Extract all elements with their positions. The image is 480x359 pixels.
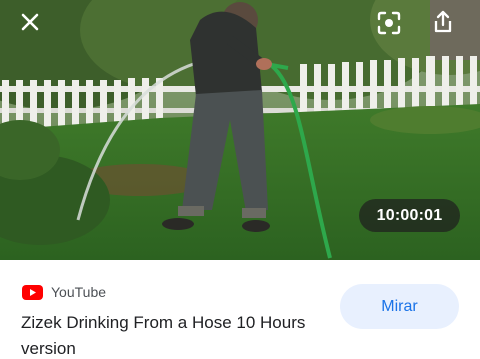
lens-search-button[interactable] xyxy=(374,8,404,38)
video-title[interactable]: Zizek Drinking From a Hose 10 Hours vers… xyxy=(21,310,321,359)
close-button[interactable] xyxy=(15,7,45,37)
video-thumbnail[interactable]: 10:00:01 xyxy=(0,0,480,260)
watch-button[interactable]: Mirar xyxy=(340,284,459,329)
lens-search-icon xyxy=(377,11,401,35)
result-info-panel: YouTube Zizek Drinking From a Hose 10 Ho… xyxy=(0,260,480,359)
share-icon xyxy=(434,10,452,33)
share-button[interactable] xyxy=(428,7,458,37)
image-result-viewer: 10:00:01 YouTube Zizek Drinking From a H… xyxy=(0,0,480,359)
source-row[interactable]: YouTube xyxy=(22,283,106,301)
source-name: YouTube xyxy=(51,284,107,300)
youtube-logo-icon xyxy=(22,284,43,300)
video-duration-badge: 10:00:01 xyxy=(359,199,460,232)
close-icon xyxy=(21,13,39,31)
